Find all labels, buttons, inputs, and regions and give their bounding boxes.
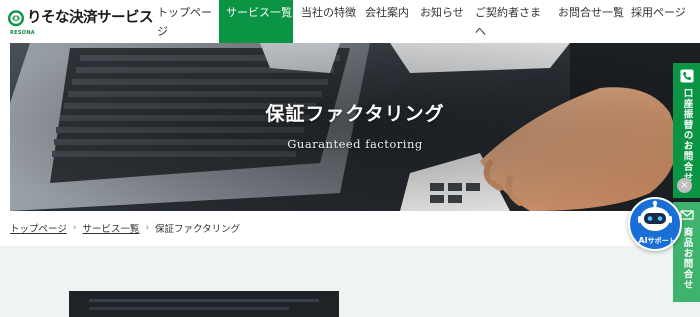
- hero-subtitle: Guaranteed factoring: [287, 137, 423, 151]
- hero-background-image: [10, 43, 700, 211]
- nav-item-features[interactable]: 当社の特徴: [294, 0, 358, 43]
- ai-support-button[interactable]: AIサポート: [628, 197, 682, 251]
- nav-item-news[interactable]: お知らせ: [413, 0, 468, 43]
- hero-banner: 保証ファクタリング Guaranteed factoring: [10, 43, 700, 211]
- nav-item-top[interactable]: トップページ: [150, 0, 218, 43]
- breadcrumb: トップページ › サービス一覧 › 保証ファクタリング: [10, 221, 240, 235]
- chevron-right-icon: ›: [145, 223, 150, 233]
- ai-support-label-ai: AI: [638, 236, 648, 245]
- ai-support-label-rest: サポート: [647, 237, 676, 245]
- section-image: [69, 291, 339, 317]
- page: りそな決済サービス RESONA トップページ サービス一覧 当社の特徴 会社案…: [0, 0, 700, 317]
- phone-icon: [680, 69, 693, 83]
- close-icon[interactable]: ×: [677, 178, 692, 193]
- product-contact-label: 商品お問合せ: [681, 227, 693, 290]
- logo-subtext: RESONA: [10, 30, 35, 36]
- nav-item-contact-list[interactable]: お問合せ一覧: [551, 0, 624, 43]
- logo-text: りそな決済サービス: [27, 10, 154, 26]
- account-transfer-contact-label: 口座振替のお問合せ: [681, 88, 693, 183]
- breadcrumb-link-services[interactable]: サービス一覧: [82, 221, 139, 235]
- site-header: りそな決済サービス RESONA トップページ サービス一覧 当社の特徴 会社案…: [0, 0, 700, 43]
- resona-logo-icon: [8, 10, 24, 27]
- nav-item-recruit[interactable]: 採用ページ: [624, 0, 700, 43]
- nav-item-contractors[interactable]: ご契約者さまへ: [468, 0, 551, 43]
- breadcrumb-link-top[interactable]: トップページ: [10, 221, 67, 235]
- ai-support-label: AIサポート: [630, 236, 680, 246]
- nav-item-services[interactable]: サービス一覧: [219, 0, 293, 43]
- hero-title: 保証ファクタリング: [265, 103, 445, 125]
- breadcrumb-current: 保証ファクタリング: [155, 224, 241, 235]
- site-logo[interactable]: りそな決済サービス RESONA: [8, 8, 154, 36]
- chevron-right-icon: ›: [72, 223, 77, 233]
- nav-item-company[interactable]: 会社案内: [358, 0, 413, 43]
